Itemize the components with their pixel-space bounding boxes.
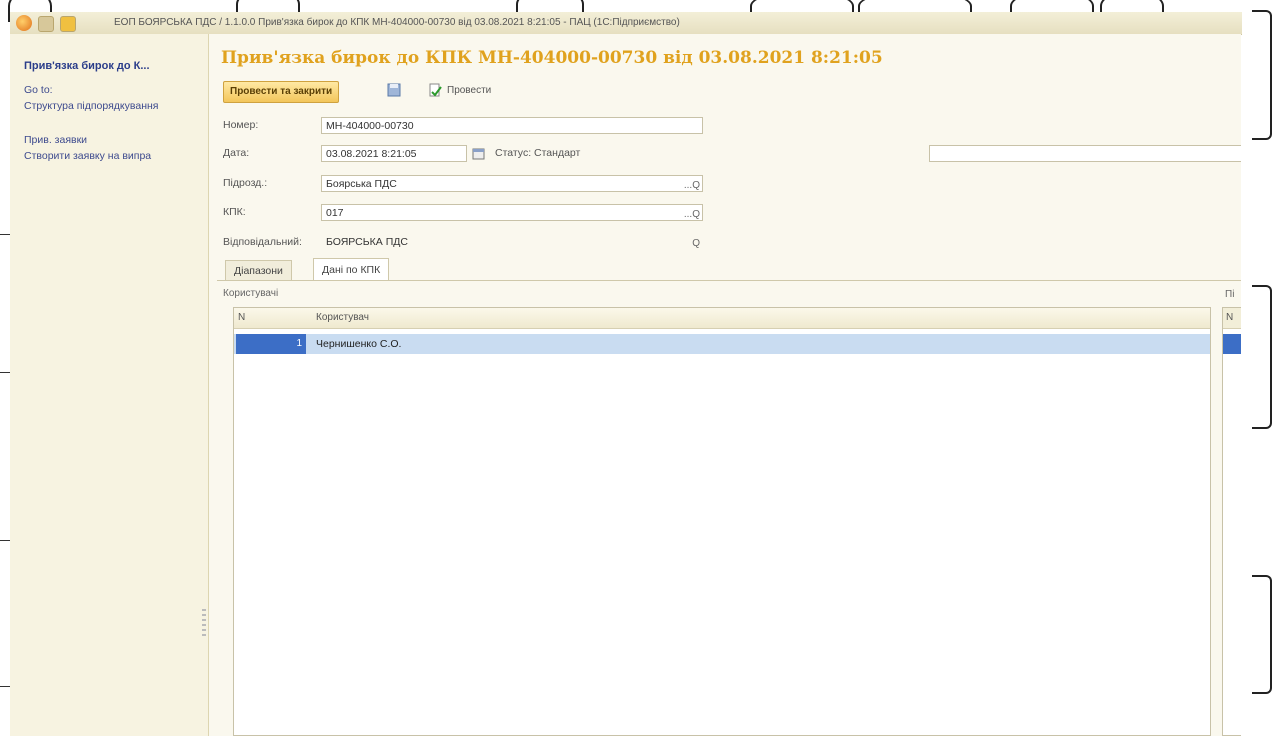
kpk-label: КПК:	[223, 206, 246, 218]
users-section-label: Користувачі	[223, 288, 279, 299]
kpk-value: 017	[326, 207, 344, 219]
table-header: N Користувач	[234, 308, 1210, 329]
number-label: Номер:	[223, 119, 259, 131]
window-menu-icon[interactable]	[38, 16, 54, 32]
responsible-field[interactable]: БОЯРСЬКА ПДС Q	[321, 233, 703, 250]
decorative-mark	[0, 540, 10, 541]
nav-panel-title: Прив'язка бирок до К...	[24, 60, 150, 72]
tab-divider	[217, 280, 1241, 281]
responsible-label: Відповідальний:	[223, 236, 302, 248]
row-number: 1	[236, 334, 306, 354]
decorative-bracket	[1252, 285, 1272, 429]
select-search-icon[interactable]: ...Q	[684, 206, 700, 220]
save-icon[interactable]	[387, 83, 401, 97]
status-label: Статус:	[495, 147, 532, 159]
date-field[interactable]: 03.08.2021 8:21:05	[321, 145, 467, 162]
number-field[interactable]: МН-404000-00730	[321, 117, 703, 134]
decorative-mark	[0, 234, 10, 235]
decorative-mark	[0, 372, 10, 373]
page-title: Прив'язка бирок до КПК МН-404000-00730 в…	[221, 48, 883, 68]
column-header-n[interactable]: N	[238, 312, 245, 323]
select-search-icon[interactable]: ...Q	[684, 177, 700, 191]
tab-kpk-data[interactable]: Дані по КПК	[313, 258, 390, 281]
decorative-bracket	[1252, 575, 1272, 694]
right-section-label: Пі	[1225, 289, 1235, 300]
nav-item-subordination-structure[interactable]: Структура підпорядкування	[24, 100, 158, 112]
navigation-panel: Прив'язка бирок до К... Go to: Структура…	[10, 34, 209, 736]
decorative-mark	[0, 686, 10, 687]
decorative-bracket	[1252, 10, 1272, 140]
subdivision-value: Боярська ПДС	[326, 178, 397, 190]
post-and-close-button[interactable]: Провести та закрити	[223, 81, 340, 103]
nav-item-linked-requests[interactable]: Прив. заявки	[24, 134, 87, 146]
table-row[interactable]: 1 Чернишенко С.О.	[234, 334, 1210, 354]
subdivision-field[interactable]: Боярська ПДС ...Q	[321, 175, 703, 192]
column-header-user[interactable]: Користувач	[316, 312, 369, 323]
window-title: ЕОП БОЯРСЬКА ПДС / 1.1.0.0 Прив'язка бир…	[114, 17, 680, 28]
row-user: Чернишенко С.О.	[316, 338, 402, 350]
search-icon[interactable]: Q	[692, 235, 700, 249]
status-value: Стандарт	[534, 147, 581, 159]
favorites-icon[interactable]	[60, 16, 76, 32]
comment-field[interactable]	[929, 145, 1241, 162]
right-table-selected-row[interactable]	[1223, 334, 1241, 354]
app-logo-icon[interactable]	[16, 15, 32, 31]
right-table[interactable]: N	[1222, 307, 1241, 736]
post-document-icon[interactable]	[428, 83, 442, 97]
users-table[interactable]: N Користувач 1 Чернишенко С.О.	[233, 307, 1211, 736]
panel-resize-handle[interactable]	[202, 609, 206, 639]
window-title-bar: ЕОП БОЯРСЬКА ПДС / 1.1.0.0 Прив'язка бир…	[10, 12, 1242, 35]
calendar-icon[interactable]	[472, 147, 485, 160]
document-form: Прив'язка бирок до КПК МН-404000-00730 в…	[209, 34, 1241, 736]
subdivision-label: Підрозд.:	[223, 177, 268, 189]
tab-ranges[interactable]: Діапазони	[225, 260, 292, 281]
post-button[interactable]: Провести	[447, 85, 491, 96]
right-column-header[interactable]: N	[1223, 308, 1241, 329]
kpk-field[interactable]: 017 ...Q	[321, 204, 703, 221]
nav-goto-label[interactable]: Go to:	[24, 84, 53, 96]
date-label: Дата:	[223, 147, 250, 159]
nav-item-create-correction-request[interactable]: Створити заявку на випра	[24, 150, 151, 162]
responsible-value: БОЯРСЬКА ПДС	[326, 236, 408, 248]
